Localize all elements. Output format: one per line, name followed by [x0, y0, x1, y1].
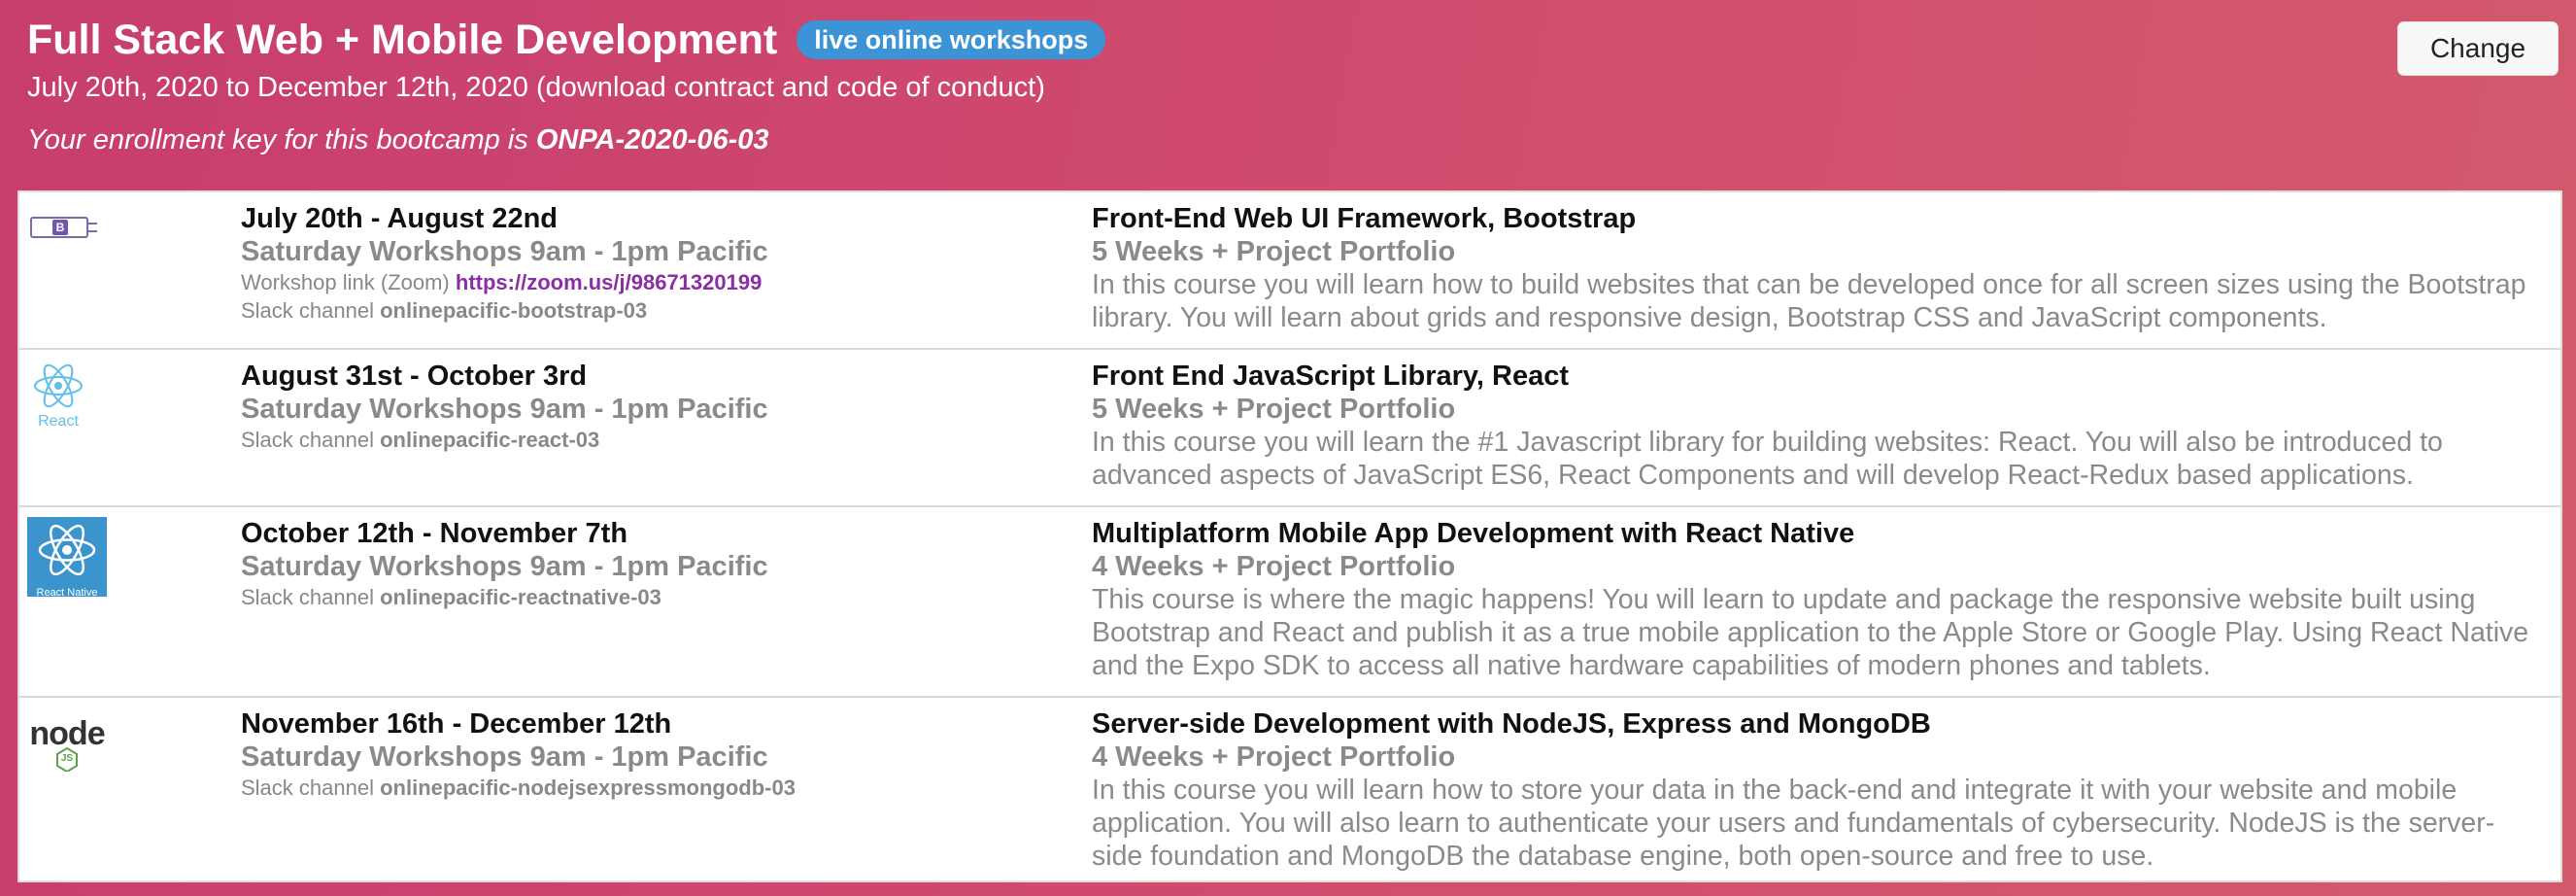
course-info: Server-side Development with NodeJS, Exp… — [1092, 707, 2531, 873]
enrollment-key: ONPA-2020-06-03 — [535, 124, 769, 155]
course-description: This course is where the magic happens! … — [1092, 584, 2529, 681]
course-workshop-time: Saturday Workshops 9am - 1pm Pacific — [241, 394, 768, 425]
course-schedule: July 20th - August 22nd Saturday Worksho… — [241, 202, 1057, 325]
workshop-zoom-link[interactable]: https://zoom.us/j/98671320199 — [456, 270, 762, 294]
slack-channel-label: Slack channel — [241, 428, 381, 452]
course-date-range: August 31st - October 3rd — [241, 361, 588, 392]
page-title: Full Stack Web + Mobile Development — [27, 17, 778, 63]
react-native-logo-text: React Native — [36, 587, 98, 599]
slack-channel-name: onlinepacific-nodejsexpressmongodb-03 — [380, 775, 796, 800]
course-name: Front End JavaScript Library, React — [1092, 361, 1569, 392]
nodejs-logo-subtext: JS — [60, 753, 74, 764]
workshop-link-line: Workshop link (Zoom) https://zoom.us/j/9… — [241, 268, 1057, 296]
slack-channel-label: Slack channel — [241, 775, 381, 800]
slack-channel-label: Slack channel — [241, 298, 381, 323]
react-logo-text: React — [38, 413, 79, 430]
course-name: Front-End Web UI Framework, Bootstrap — [1092, 203, 1637, 234]
nodejs-logo-text: node — [29, 715, 105, 752]
course-workshop-time: Saturday Workshops 9am - 1pm Pacific — [241, 741, 768, 773]
react-native-logo-icon: React Native — [27, 517, 107, 599]
title-row: Full Stack Web + Mobile Development live… — [27, 14, 1106, 66]
course-workshop-time: Saturday Workshops 9am - 1pm Pacific — [241, 551, 768, 582]
nodejs-logo-icon: node JS — [25, 717, 109, 775]
course-date-range: November 16th - December 12th — [241, 708, 672, 740]
course-info: Multiplatform Mobile App Development wit… — [1092, 517, 2531, 682]
react-logo-icon: React — [29, 363, 87, 431]
slack-channel-name: onlinepacific-bootstrap-03 — [380, 298, 648, 323]
course-row: B July 20th - August 22nd Saturday Works… — [19, 192, 2560, 350]
course-description: In this course you will learn how to sto… — [1092, 775, 2495, 872]
workshop-link-label: Workshop link (Zoom) — [241, 270, 456, 294]
bootcamp-header: Full Stack Web + Mobile Development live… — [27, 0, 2576, 190]
slack-channel-name: onlinepacific-react-03 — [380, 428, 600, 452]
course-info: Front End JavaScript Library, React 5 We… — [1092, 360, 2531, 492]
course-date-range: July 20th - August 22nd — [241, 203, 559, 234]
course-duration: 4 Weeks + Project Portfolio — [1092, 741, 1456, 773]
course-duration: 5 Weeks + Project Portfolio — [1092, 236, 1456, 267]
slack-channel-line: Slack channel onlinepacific-react-03 — [241, 426, 1057, 454]
bootcamp-dates: July 20th, 2020 to December 12th, 2020 (… — [27, 72, 1045, 103]
course-name: Server-side Development with NodeJS, Exp… — [1092, 708, 1931, 740]
course-description: In this course you will learn how to bui… — [1092, 269, 2526, 333]
enrollment-key-label: Your enrollment key for this bootcamp is — [27, 124, 536, 155]
course-row: React Native October 12th - November 7th… — [19, 507, 2560, 698]
workshop-badge: live online workshops — [797, 20, 1106, 59]
bootstrap-logo-icon: B — [29, 202, 101, 251]
course-row: node JS November 16th - December 12th Sa… — [19, 698, 2560, 880]
course-date-range: October 12th - November 7th — [241, 518, 628, 549]
course-duration: 4 Weeks + Project Portfolio — [1092, 551, 1456, 582]
course-schedule: August 31st - October 3rd Saturday Works… — [241, 360, 1057, 454]
slack-channel-name: onlinepacific-reactnative-03 — [380, 585, 661, 609]
course-duration: 5 Weeks + Project Portfolio — [1092, 394, 1456, 425]
enrollment-key-line: Your enrollment key for this bootcamp is… — [27, 121, 769, 159]
slack-channel-line: Slack channel onlinepacific-reactnative-… — [241, 583, 1057, 611]
slack-channel-label: Slack channel — [241, 585, 381, 609]
slack-channel-line: Slack channel onlinepacific-nodejsexpres… — [241, 774, 1057, 802]
course-name: Multiplatform Mobile App Development wit… — [1092, 518, 1855, 549]
course-info: Front-End Web UI Framework, Bootstrap 5 … — [1092, 202, 2531, 334]
course-schedule: October 12th - November 7th Saturday Wor… — [241, 517, 1057, 611]
course-description: In this course you will learn the #1 Jav… — [1092, 427, 2443, 491]
course-workshop-time: Saturday Workshops 9am - 1pm Pacific — [241, 236, 768, 267]
slack-channel-line: Slack channel onlinepacific-bootstrap-03 — [241, 296, 1057, 325]
course-schedule: November 16th - December 12th Saturday W… — [241, 707, 1057, 802]
change-button[interactable]: Change — [2397, 21, 2559, 76]
course-row: React August 31st - October 3rd Saturday… — [19, 350, 2560, 507]
svg-text:B: B — [56, 221, 65, 234]
course-table: B July 20th - August 22nd Saturday Works… — [17, 190, 2562, 882]
